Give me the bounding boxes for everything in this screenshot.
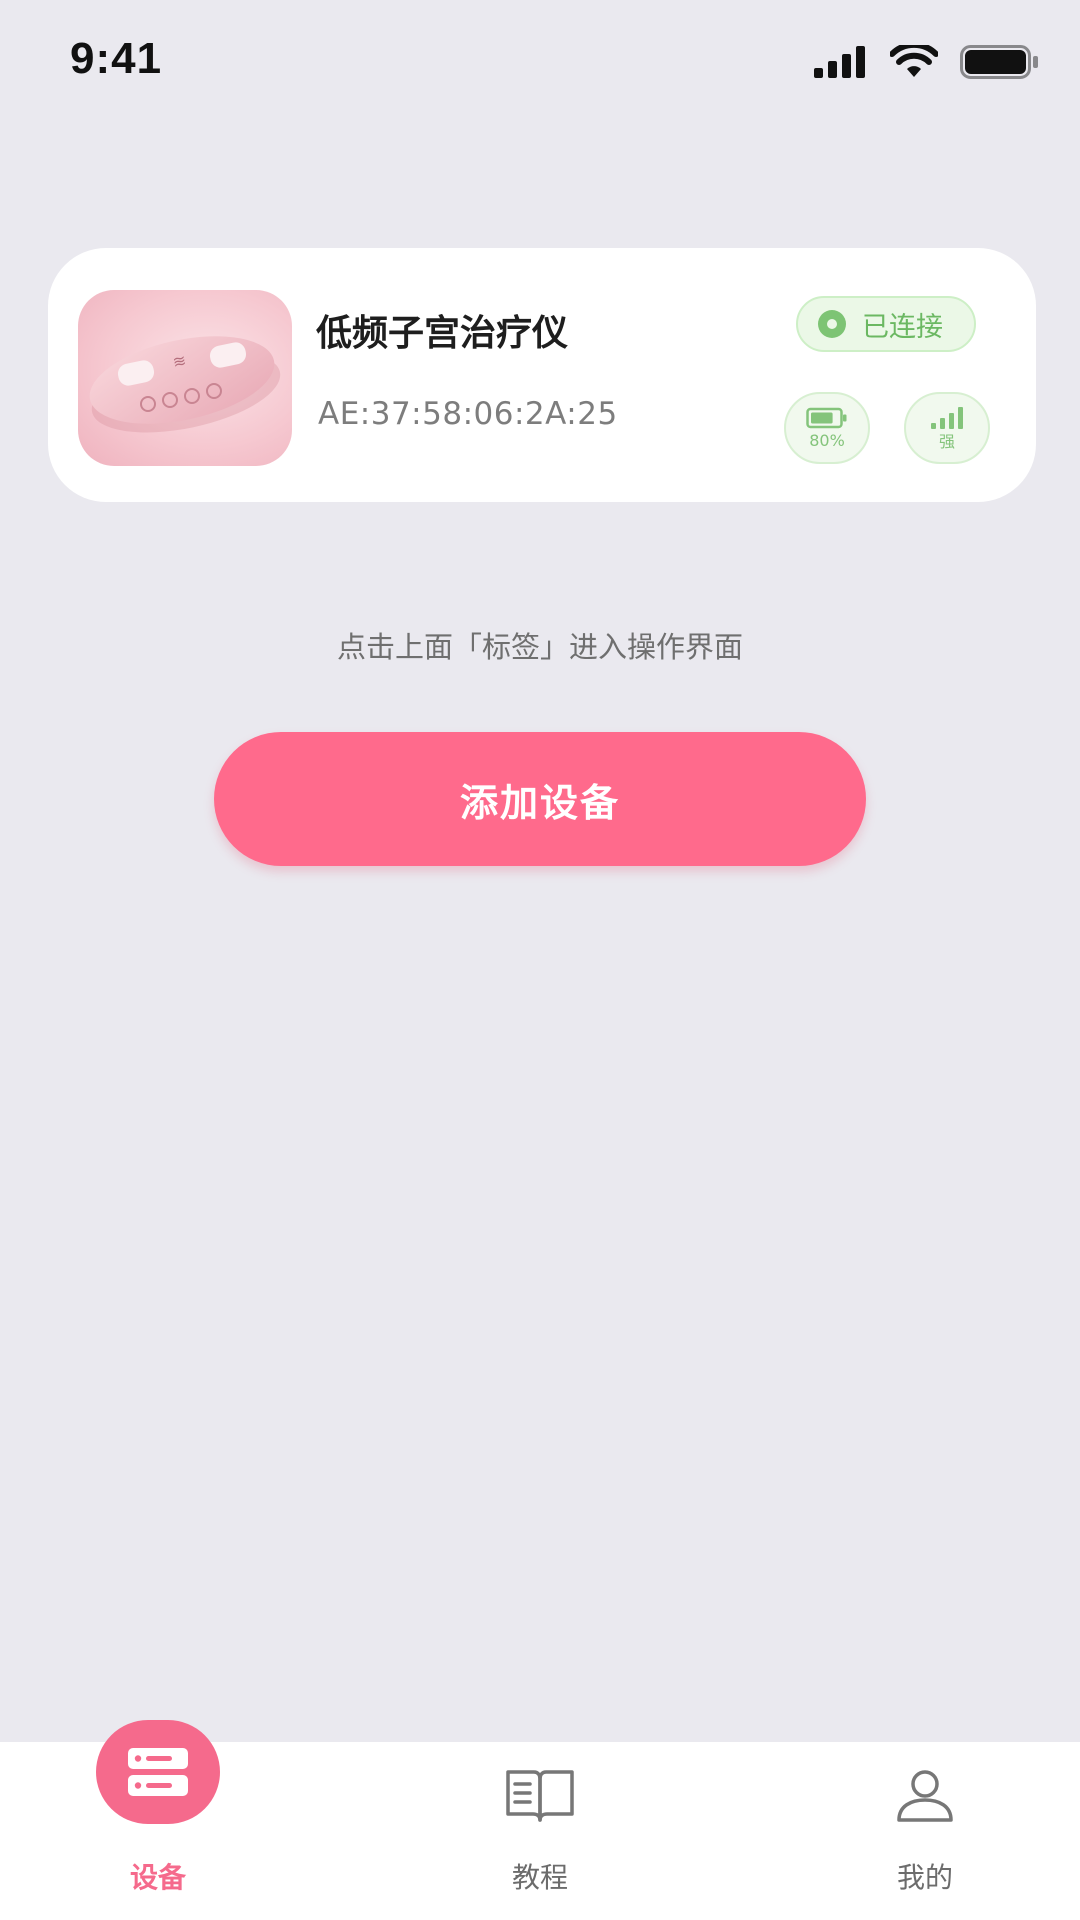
battery-percent: 80% xyxy=(809,430,845,450)
device-name: 低频子宫治疗仪 xyxy=(316,313,569,354)
signal-strength-icon xyxy=(931,406,963,429)
hint-text: 点击上面「标签」进入操作界面 xyxy=(336,630,743,664)
tab-mine[interactable]: 我的 xyxy=(795,1742,1055,1920)
wifi-icon xyxy=(890,45,938,77)
cellular-signal-icon xyxy=(814,46,865,78)
battery-indicator: 80% xyxy=(784,392,870,464)
signal-strength-label: 强 xyxy=(938,431,955,451)
book-icon xyxy=(500,1764,580,1828)
connection-status-label: 已连接 xyxy=(862,311,943,343)
status-time: 9:41 xyxy=(70,34,163,83)
tab-devices-label: 设备 xyxy=(129,1861,186,1894)
tab-devices[interactable]: 设备 xyxy=(28,1720,288,1920)
device-image: ≋ xyxy=(78,290,292,466)
device-mac-address: AE:37:58:06:2A:25 xyxy=(318,396,618,432)
device-card[interactable]: ≋ xyxy=(48,248,1036,502)
add-device-button-label: 添加设备 xyxy=(459,780,620,825)
device-battery-icon xyxy=(806,407,847,428)
battery-icon xyxy=(960,45,1038,79)
device-list-icon xyxy=(96,1720,220,1824)
signal-indicator: 强 xyxy=(904,392,990,464)
status-bar: 9:41 xyxy=(0,0,1080,130)
app-screen: 9:41 ≋ 低频子宫治疗仪 AE:37:58:06:2A:25 已连接 80%… xyxy=(0,0,1080,1920)
tab-mine-label: 我的 xyxy=(896,1861,953,1894)
add-device-button[interactable]: 添加设备 xyxy=(214,732,866,866)
bottom-tab-bar: 设备 教程 我的 xyxy=(0,1720,1080,1920)
connection-status-badge: 已连接 xyxy=(796,296,976,352)
status-icons xyxy=(814,42,1040,82)
connected-dot-icon xyxy=(818,310,846,338)
tab-tutorial-label: 教程 xyxy=(511,1861,568,1894)
user-icon xyxy=(885,1764,965,1828)
tab-tutorial[interactable]: 教程 xyxy=(410,1742,670,1920)
